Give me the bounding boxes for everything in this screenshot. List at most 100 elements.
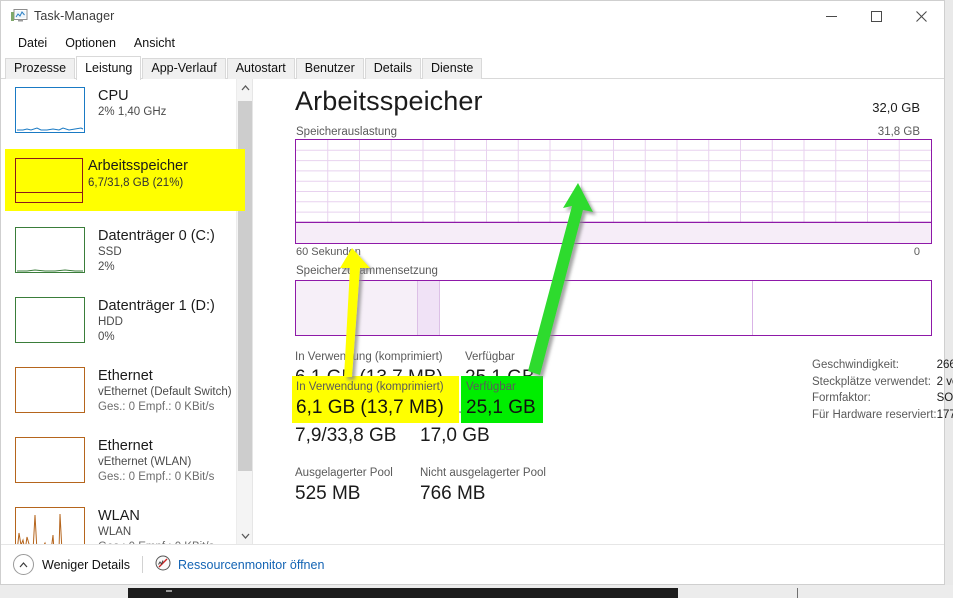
detail-row-speed: Geschwindigkeit: 2667 MHz [812, 357, 953, 374]
stat-label-nonpaged-pool: Nicht ausgelagerter Pool [420, 467, 546, 479]
ethernet2-thumbnail [15, 437, 85, 483]
sidebar-item-datentraeger-1[interactable]: Datenträger 1 (D:) HDD 0% [1, 289, 237, 359]
stat-label-in-use: In Verwendung (komprimiert) [295, 351, 443, 363]
detail-label-formfactor: Formfaktor: [812, 390, 937, 407]
sidebar-item-sub1: WLAN [98, 525, 214, 540]
detail-row-slots: Steckplätze verwendet: 2 von 2 [812, 374, 953, 391]
ethernet1-thumbnail [15, 367, 85, 413]
stat-label-cached: Im Cache [420, 409, 469, 421]
sidebar-item-label: Ethernet [98, 438, 214, 455]
sidebar-item-ethernet-wlan[interactable]: Ethernet vEthernet (WLAN) Ges.: 0 Empf.:… [1, 429, 237, 499]
sidebar-item-sub1: 6,7/31,8 GB (21%) [98, 175, 198, 190]
detail-label-slots: Steckplätze verwendet: [812, 374, 937, 391]
title-bar: Task-Manager [1, 1, 944, 33]
tab-details[interactable]: Details [365, 58, 421, 79]
window-controls [809, 1, 944, 32]
screen: Task-Manager Datei Optionen Ansicht [0, 0, 953, 598]
fewer-details-label: Weniger Details [42, 558, 130, 572]
detail-value-hardware-reserved: 177 MB [937, 407, 953, 424]
stat-value-in-use: 6,1 GB (13,7 MB) [295, 367, 443, 389]
tab-app-verlauf[interactable]: App-Verlauf [142, 58, 225, 79]
wlan-thumbnail [15, 507, 85, 544]
stat-value-committed: 7,9/33,8 GB [295, 425, 396, 447]
close-button[interactable] [899, 1, 944, 32]
tab-autostart[interactable]: Autostart [227, 58, 295, 79]
usage-chart-max: 31,8 GB [878, 126, 920, 138]
composition-segment-standby [440, 281, 753, 335]
sidebar-item-sub1: vEthernet (WLAN) [98, 455, 214, 470]
chart-x-axis-right: 0 [914, 246, 920, 258]
sidebar-item-datentraeger-0[interactable]: Datenträger 0 (C:) SSD 2% [1, 219, 237, 289]
menu-bar: Datei Optionen Ansicht [1, 33, 944, 53]
resource-monitor-label: Ressourcenmonitor öffnen [178, 558, 324, 572]
memory-usage-chart [295, 139, 932, 244]
disk0-thumbnail [15, 227, 85, 273]
chevron-up-circle-icon [13, 554, 34, 575]
composition-segment-modified [418, 281, 440, 335]
footer-separator [142, 556, 143, 573]
tab-leistung[interactable]: Leistung [76, 56, 141, 80]
menu-item-ansicht[interactable]: Ansicht [125, 35, 184, 51]
task-manager-window: Task-Manager Datei Optionen Ansicht [0, 0, 945, 585]
stat-label-paged-pool: Ausgelagerter Pool [295, 467, 393, 479]
resource-monitor-link[interactable]: Ressourcenmonitor öffnen [155, 555, 324, 574]
footer-bar: Weniger Details Ressourcenmonitor öffnen [1, 544, 944, 584]
stat-value-available: 25,1 GB [465, 367, 535, 389]
stat-value-nonpaged-pool: 766 MB [420, 483, 485, 505]
detail-value-slots: 2 von 2 [937, 374, 953, 391]
tab-prozesse[interactable]: Prozesse [5, 58, 75, 79]
menu-item-optionen[interactable]: Optionen [56, 35, 125, 51]
sidebar-item-label: WLAN [98, 508, 214, 525]
resource-list: CPU 2% 1,40 GHz Arbeitsspeicher 6,7/31,8… [1, 79, 237, 544]
detail-row-hardware-reserved: Für Hardware reserviert: 177 MB [812, 407, 953, 424]
tab-benutzer[interactable]: Benutzer [296, 58, 364, 79]
memory-detail-pane: Arbeitsspeicher 32,0 GB Speicherauslastu… [253, 79, 944, 544]
usage-chart-caption: Speicherauslastung [296, 126, 397, 138]
taskbar-indicator [166, 590, 172, 592]
sidebar-item-sub1: SSD [98, 245, 215, 260]
sidebar-item-label: Datenträger 1 (D:) [98, 298, 215, 315]
stat-label-committed: Zugesichert [295, 409, 355, 421]
scrollbar-thumb[interactable] [238, 101, 252, 471]
stat-label-available: Verfügbar [465, 351, 515, 363]
sidebar-item-label: Arbeitsspeicher [98, 158, 198, 175]
cpu-thumbnail [15, 87, 85, 133]
scroll-up-icon[interactable] [237, 79, 253, 96]
composition-segment-in-use [296, 281, 418, 335]
fewer-details-button[interactable]: Weniger Details [13, 554, 130, 575]
minimize-button[interactable] [809, 1, 854, 32]
total-memory: 32,0 GB [872, 100, 920, 115]
composition-caption: Speicherzusammensetzung [296, 265, 438, 277]
stat-value-cached: 17,0 GB [420, 425, 490, 447]
resource-monitor-icon [155, 555, 171, 574]
sidebar-scrollbar[interactable] [236, 79, 252, 544]
detail-value-formfactor: SODIMM [937, 390, 953, 407]
taskmanager-icon [11, 9, 28, 24]
resource-list-pane: CPU 2% 1,40 GHz Arbeitsspeicher 6,7/31,8… [1, 79, 253, 544]
sidebar-item-sub2: 0% [98, 330, 215, 345]
tab-dienste[interactable]: Dienste [422, 58, 482, 79]
detail-label-hardware-reserved: Für Hardware reserviert: [812, 407, 937, 424]
detail-value-speed: 2667 MHz [937, 357, 953, 374]
content-area: CPU 2% 1,40 GHz Arbeitsspeicher 6,7/31,8… [1, 79, 944, 544]
sidebar-item-wlan[interactable]: WLAN WLAN Ges.: 0 Empf.: 0 KBit/s [1, 499, 237, 544]
scroll-down-icon[interactable] [237, 527, 253, 544]
page-title: Arbeitsspeicher [295, 86, 483, 117]
sidebar-item-sub2: Ges.: 0 Empf.: 0 KBit/s [98, 400, 232, 415]
sidebar-item-label: Datenträger 0 (C:) [98, 228, 215, 245]
sidebar-item-label: CPU [98, 88, 166, 105]
maximize-button[interactable] [854, 1, 899, 32]
sidebar-item-ethernet-default-switch[interactable]: Ethernet vEthernet (Default Switch) Ges.… [1, 359, 237, 429]
stat-value-paged-pool: 525 MB [295, 483, 360, 505]
sidebar-item-sub1: vEthernet (Default Switch) [98, 385, 232, 400]
taskbar[interactable] [128, 588, 678, 598]
sidebar-item-sub1: HDD [98, 315, 215, 330]
tab-bar: Prozesse Leistung App-Verlauf Autostart … [1, 57, 944, 79]
chart-x-axis-left: 60 Sekunden [296, 246, 361, 258]
sidebar-item-sub2: Ges.: 0 Empf.: 0 KBit/s [98, 470, 214, 485]
menu-item-datei[interactable]: Datei [9, 35, 56, 51]
sidebar-item-cpu[interactable]: CPU 2% 1,40 GHz [1, 79, 237, 149]
memory-composition-bar [295, 280, 932, 336]
detail-row-formfactor: Formfaktor: SODIMM [812, 390, 953, 407]
sidebar-item-arbeitsspeicher[interactable]: Arbeitsspeicher 6,7/31,8 GB (21%) [1, 149, 237, 219]
